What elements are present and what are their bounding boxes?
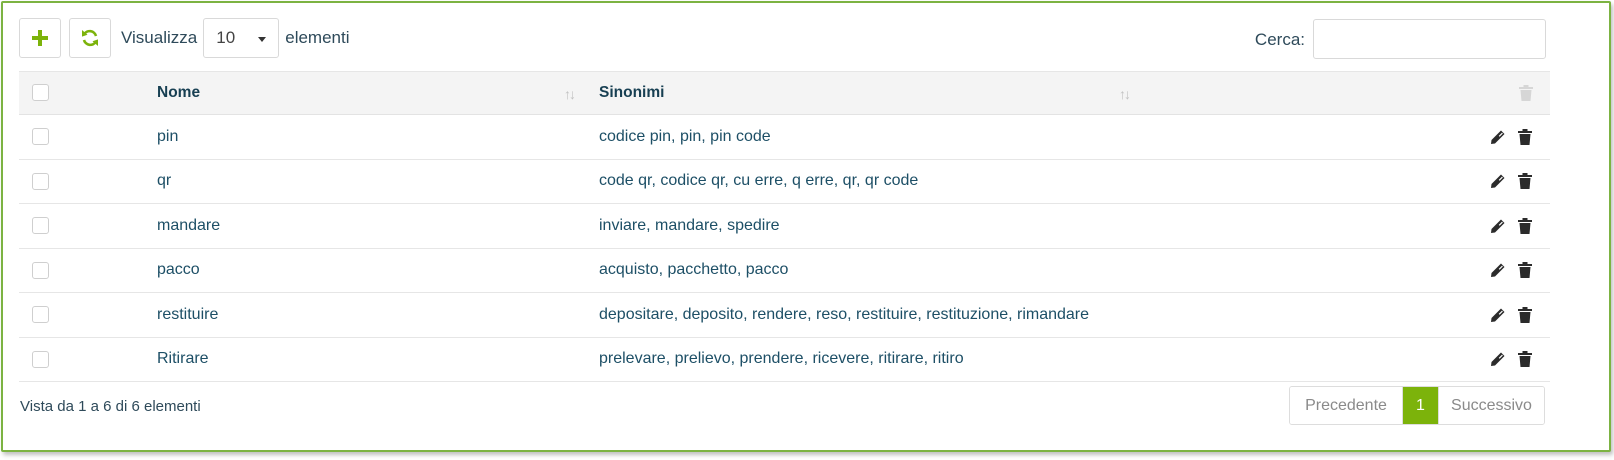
row-name: mandare — [157, 216, 221, 234]
row-name: restituire — [157, 305, 219, 323]
search-area: Cerca: — [1255, 19, 1546, 59]
bulk-delete-icon[interactable] — [1519, 85, 1533, 106]
row-name: qr — [157, 172, 172, 190]
row-checkbox[interactable] — [32, 128, 49, 145]
sort-nome-icon[interactable]: ↑↓ — [564, 86, 576, 102]
table-row: pin codice pin, pin, pin code — [19, 115, 1550, 160]
row-checkbox[interactable] — [32, 172, 49, 190]
row-synonyms: prelevare, prelievo, prendere, ricevere,… — [599, 350, 964, 368]
delete-trash-icon[interactable] — [1516, 261, 1534, 279]
previous-page-button[interactable]: Precedente — [1290, 387, 1403, 424]
search-input[interactable] — [1313, 19, 1546, 59]
delete-trash-icon[interactable] — [1516, 172, 1534, 190]
row-name: pacco — [157, 261, 200, 279]
row-name: Ritirare — [157, 350, 209, 368]
edit-pencil-icon[interactable] — [1489, 128, 1507, 146]
row-synonyms: inviare, mandare, spedire — [599, 216, 780, 234]
delete-trash-icon[interactable] — [1516, 217, 1534, 235]
row-checkbox[interactable] — [32, 306, 49, 323]
row-actions — [1480, 249, 1534, 293]
column-header-nome[interactable]: Nome — [157, 72, 200, 114]
refresh-button[interactable] — [69, 18, 111, 58]
add-button[interactable] — [19, 18, 61, 58]
page-length-value: 10 — [216, 28, 236, 47]
next-page-button[interactable]: Successivo — [1438, 387, 1544, 424]
table-row: restituire depositare, deposito, rendere… — [19, 293, 1550, 338]
row-checkbox[interactable] — [32, 217, 49, 234]
page-length-select[interactable]: 10 — [203, 18, 280, 58]
refresh-icon — [82, 29, 98, 47]
sort-sinonimi-icon[interactable]: ↑↓ — [1119, 86, 1131, 102]
table-header: Nome ↑↓ Sinonimi ↑↓ — [19, 71, 1550, 115]
row-synonyms: depositare, deposito, rendere, reso, res… — [599, 305, 1090, 323]
search-label: Cerca: — [1254, 30, 1305, 49]
table-panel: Visualizza 10 elementi Cerca: Nome ↑↓ Si… — [1, 1, 1611, 452]
edit-pencil-icon[interactable] — [1489, 261, 1507, 279]
table-row: pacco acquisto, pacchetto, pacco — [19, 249, 1550, 293]
edit-pencil-icon[interactable] — [1489, 306, 1507, 324]
delete-trash-icon[interactable] — [1516, 306, 1534, 324]
row-synonyms: codice pin, pin, pin code — [599, 127, 771, 145]
table-info: Vista da 1 a 6 di 6 elementi — [20, 398, 201, 415]
row-checkbox[interactable] — [32, 350, 49, 368]
row-actions — [1480, 293, 1534, 337]
delete-trash-icon[interactable] — [1516, 350, 1534, 368]
caret-down-icon — [258, 37, 267, 42]
plus-icon — [32, 30, 48, 46]
edit-pencil-icon[interactable] — [1489, 350, 1507, 368]
column-header-sinonimi[interactable]: Sinonimi — [599, 72, 664, 114]
select-all-checkbox[interactable] — [32, 84, 49, 101]
delete-trash-icon[interactable] — [1516, 128, 1534, 146]
row-actions — [1480, 115, 1534, 159]
show-label: Visualizza — [121, 28, 198, 47]
pagination: Precedente 1 Successivo — [1289, 386, 1545, 425]
synonyms-table: Nome ↑↓ Sinonimi ↑↓ pin codice pin, pin,… — [19, 71, 1550, 382]
row-actions — [1480, 160, 1534, 204]
row-synonyms: code qr, codice qr, cu erre, q erre, qr,… — [599, 172, 919, 190]
edit-pencil-icon[interactable] — [1489, 217, 1507, 235]
row-actions — [1480, 338, 1534, 382]
row-checkbox[interactable] — [32, 261, 49, 279]
items-label: elementi — [285, 28, 350, 47]
toolbar: Visualizza 10 elementi — [19, 17, 356, 59]
edit-pencil-icon[interactable] — [1489, 172, 1507, 190]
table-row: qr code qr, codice qr, cu erre, q erre, … — [19, 160, 1550, 204]
table-row: mandare inviare, mandare, spedire — [19, 204, 1550, 249]
page-1-button[interactable]: 1 — [1403, 387, 1438, 424]
row-synonyms: acquisto, pacchetto, pacco — [599, 261, 789, 279]
row-actions — [1480, 204, 1534, 248]
row-name: pin — [157, 127, 179, 145]
table-row: Ritirare prelevare, prelievo, prendere, … — [19, 338, 1550, 382]
